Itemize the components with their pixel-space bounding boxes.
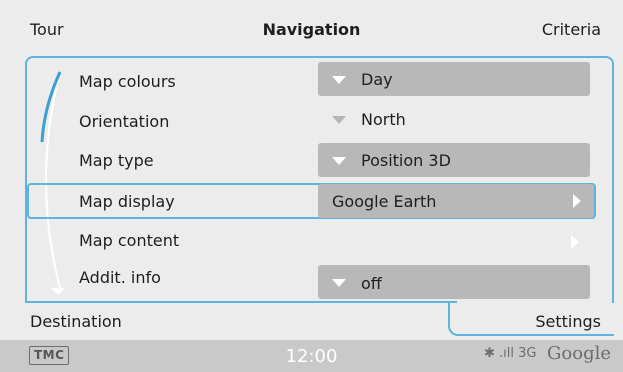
map-display-label: Map display: [79, 192, 175, 211]
tab-settings[interactable]: Settings: [535, 312, 601, 331]
map-type-label: Map type: [79, 151, 154, 170]
status-bar: TMC 12:00 ✱ .ıll 3G Google: [0, 340, 623, 372]
signal-icon: ✱ .ıll 3G: [484, 346, 537, 361]
chevron-right-icon: [573, 194, 581, 208]
orientation-dropdown[interactable]: North: [318, 102, 590, 136]
chevron-right-icon: [571, 235, 579, 249]
scroll-down-icon: [51, 288, 65, 295]
addit-info-value: off: [361, 274, 382, 293]
google-logo: Google: [547, 343, 611, 364]
map-colours-dropdown[interactable]: Day: [318, 62, 590, 96]
map-display-value: Google Earth: [332, 192, 437, 211]
addit-info-dropdown[interactable]: off: [318, 265, 590, 299]
chevron-down-icon: [332, 76, 346, 84]
page-title: Navigation: [262, 20, 361, 39]
map-type-value: Position 3D: [361, 151, 451, 170]
map-type-dropdown[interactable]: Position 3D: [318, 143, 590, 177]
map-colours-label: Map colours: [79, 72, 176, 91]
scroll-indicator[interactable]: [30, 62, 70, 298]
addit-info-label: Addit. info: [79, 268, 161, 287]
settings-tab-underline: [466, 334, 614, 336]
map-content-label: Map content: [79, 231, 180, 250]
chevron-down-icon: [332, 157, 346, 165]
orientation-value: North: [361, 110, 406, 129]
map-display-submenu[interactable]: Google Earth: [318, 184, 594, 218]
map-content-submenu[interactable]: [318, 225, 590, 259]
top-bar: Tour Navigation Criteria: [0, 0, 623, 44]
chevron-down-icon: [332, 116, 346, 124]
tab-criteria[interactable]: Criteria: [542, 20, 601, 39]
map-colours-value: Day: [361, 70, 393, 89]
panel-bottom-border: [25, 301, 457, 303]
chevron-down-icon: [332, 279, 346, 287]
orientation-label: Orientation: [79, 112, 170, 131]
settings-tab-curve: [448, 301, 468, 336]
tab-destination[interactable]: Destination: [30, 312, 122, 331]
